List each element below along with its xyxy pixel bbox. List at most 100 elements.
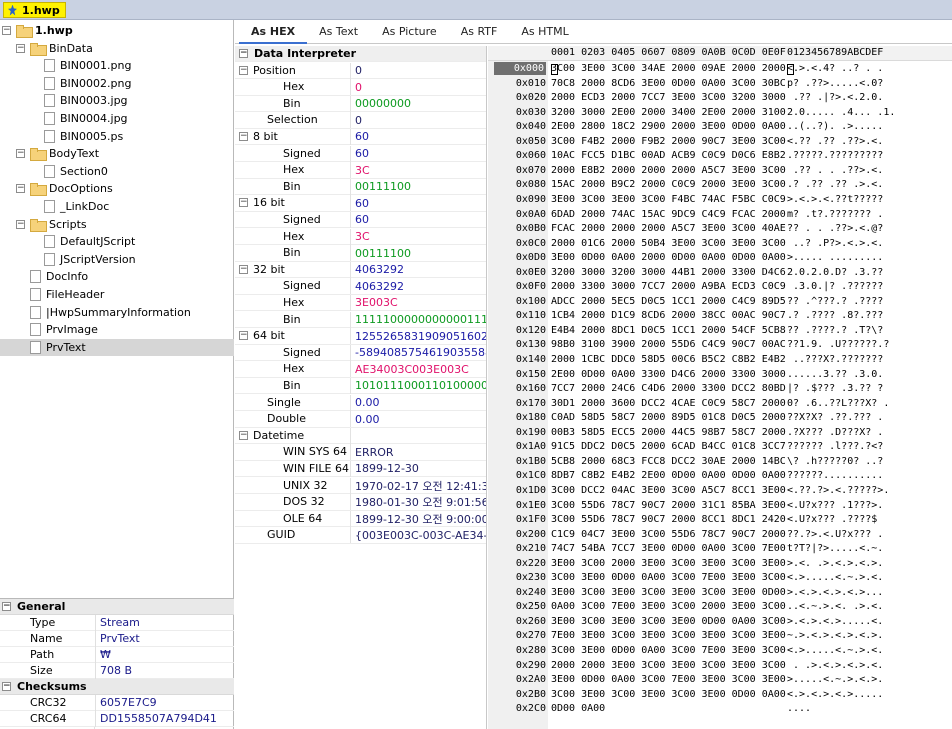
ascii-text[interactable]: .?X??? .D???X? .: [787, 426, 883, 439]
tree-node[interactable]: DocInfo: [0, 268, 234, 285]
hex-row[interactable]: 0x010 70C8 2000 8CD6 3E00 0D00 0A00 3C00 …: [488, 77, 952, 90]
ascii-text[interactable]: ..<.~.>.<. .>.<.: [787, 600, 883, 613]
hex-bytes[interactable]: 3C00 F4B2 2000 F9B2 2000 90C7 3E00 3C00: [551, 135, 786, 148]
tree-node[interactable]: − 1.hwp: [0, 22, 234, 39]
ascii-text[interactable]: .? .???? .8?.???: [787, 309, 883, 322]
collapse-icon[interactable]: −: [239, 198, 248, 208]
hex-row[interactable]: 0x0F0 2000 3300 3000 7CC7 2000 A9BA ECD3 …: [488, 280, 952, 293]
hex-bytes[interactable]: 2000 3300 3000 7CC7 2000 A9BA ECD3 C0C9: [551, 280, 786, 293]
hex-bytes[interactable]: 2000 01C6 2000 50B4 3E00 3C00 3E00 3C00: [551, 237, 786, 250]
hex-row[interactable]: 0x110 1CB4 2000 D1C9 8CD6 2000 38CC 00AC …: [488, 309, 952, 322]
hex-bytes[interactable]: 5CB8 2000 68C3 FCC8 DCC2 30AE 2000 14BC: [551, 455, 786, 468]
interpreter-row[interactable]: Bin 00111100: [235, 178, 486, 196]
hex-row[interactable]: 0x0B0 FCAC 2000 2000 2000 A5C7 3E00 3C00 …: [488, 222, 952, 235]
hex-bytes[interactable]: 74C7 54BA 7CC7 3E00 0D00 0A00 3C00 7E00: [551, 542, 786, 555]
hex-row[interactable]: 0x190 00B3 58D5 ECC5 2000 44C5 98B7 58C7 …: [488, 426, 952, 439]
tree-node[interactable]: |HwpSummaryInformation: [0, 304, 234, 321]
hex-bytes[interactable]: 3200 3000 2E00 2000 3400 2E00 2000 3100: [551, 106, 786, 119]
hex-bytes[interactable]: 1CB4 2000 D1C9 8CD6 2000 38CC 00AC 90C7: [551, 309, 786, 322]
general-section-header[interactable]: − General: [0, 599, 234, 615]
hex-viewer[interactable]: 0001 0203 0405 0607 0809 0A0B 0C0D 0E0F …: [488, 46, 952, 729]
hex-bytes[interactable]: 10AC FCC5 D1BC 00AD ACB9 C0C9 D0C6 E8B2: [551, 149, 786, 162]
hex-bytes[interactable]: C0AD 58D5 58C7 2000 89D5 01C8 D0C5 2000: [551, 411, 786, 424]
ascii-text[interactable]: <.>.....<.~.>.<.: [787, 571, 883, 584]
expand-toggle-icon[interactable]: −: [2, 26, 11, 35]
collapse-icon[interactable]: −: [239, 131, 248, 141]
hex-row[interactable]: 0x270 7E00 3E00 3C00 3E00 3C00 3E00 3C00 …: [488, 629, 952, 642]
expand-toggle-icon[interactable]: −: [16, 184, 25, 194]
hex-row[interactable]: 0x120 E4B4 2000 8DC1 D0C5 1CC1 2000 54CF …: [488, 324, 952, 337]
ascii-text[interactable]: ~.>.<.>.<.>.<.>.: [787, 629, 883, 642]
ascii-text[interactable]: \? .h?????0? ..?: [787, 455, 883, 468]
hex-bytes[interactable]: 00B3 58D5 ECC5 2000 44C5 98B7 58C7 2000: [551, 426, 786, 439]
ascii-text[interactable]: .3.0.|? .??????: [787, 280, 883, 293]
ascii-text[interactable]: ??1.9. .U??????.?: [787, 338, 889, 351]
tree-node[interactable]: PrvImage: [0, 321, 234, 338]
hex-row[interactable]: 0x250 0A00 3C00 7E00 3E00 3C00 2000 3E00 …: [488, 600, 952, 613]
view-tab[interactable]: As HEX: [239, 20, 308, 44]
hex-bytes[interactable]: 2000 2000 3E00 3C00 3E00 3C00 3E00 3C00: [551, 659, 786, 672]
ascii-text[interactable]: .?????.?????????: [787, 149, 883, 162]
hex-row[interactable]: 0x130 98B0 3100 3900 2000 55D6 C4C9 90C7 …: [488, 338, 952, 351]
ascii-text[interactable]: <.>.....<.~.>.<.: [787, 644, 883, 657]
hex-row[interactable]: 0x1F0 3C00 55D6 78C7 90C7 2000 8CC1 8DC1 …: [488, 513, 952, 526]
interpreter-row[interactable]: Hex 3C: [235, 162, 486, 179]
interpreter-row[interactable]: Hex 3C: [235, 228, 486, 245]
interpreter-row[interactable]: Bin 00000000: [235, 95, 486, 113]
hex-row[interactable]: 0x2A0 3E00 0D00 0A00 3C00 7E00 3E00 3C00 …: [488, 673, 952, 686]
ascii-text[interactable]: ..???X?.???????: [787, 353, 883, 366]
hex-bytes[interactable]: FCAC 2000 2000 2000 A5C7 3E00 3C00 40AE: [551, 222, 786, 235]
interpreter-row[interactable]: Hex 0: [235, 79, 486, 96]
tree-node[interactable]: BIN0003.jpg: [0, 92, 234, 109]
tree-node[interactable]: BIN0002.png: [0, 75, 234, 92]
tree-node[interactable]: BIN0005.ps: [0, 128, 234, 145]
hex-row[interactable]: 0x180 C0AD 58D5 58C7 2000 89D5 01C8 D0C5 …: [488, 411, 952, 424]
hex-row[interactable]: 0x0A0 6DAD 2000 74AC 15AC 9DC9 C4C9 FCAC …: [488, 208, 952, 221]
hex-row[interactable]: 0x1A0 91C5 DDC2 D0C5 2000 6CAD B4CC 01C8 …: [488, 440, 952, 453]
hex-bytes[interactable]: 2000 ECD3 2000 7CC7 3E00 3C00 3200 3000: [551, 91, 786, 104]
hex-bytes[interactable]: 3C00 DCC2 04AC 3E00 3C00 A5C7 8CC1 3E00: [551, 484, 786, 497]
hex-row[interactable]: 0x150 2E00 0D00 0A00 3300 D4C6 2000 3300 …: [488, 368, 952, 381]
ascii-text[interactable]: .? .?? .?? .>.<.: [787, 178, 883, 191]
interpreter-row[interactable]: GUID {003E003C-003C-AE34-...: [235, 527, 486, 544]
hex-row[interactable]: 0x140 2000 1CBC DDC0 58D5 00C6 B5C2 C8B2 …: [488, 353, 952, 366]
hex-row[interactable]: 0x2B0 3C00 3E00 3C00 3E00 3C00 3E00 0D00 …: [488, 688, 952, 701]
hex-bytes[interactable]: 3200 3000 3200 3000 44B1 2000 3300 D4C6: [551, 266, 786, 279]
ascii-text[interactable]: <.U?x??? .????$: [787, 513, 883, 526]
hex-row[interactable]: 0x2C0 0D00 0A00....: [488, 702, 952, 715]
collapse-icon[interactable]: −: [2, 682, 11, 691]
hex-row[interactable]: 0x040 2E00 2800 18C2 2900 2000 3E00 0D00 …: [488, 120, 952, 133]
hex-bytes[interactable]: 2E00 2800 18C2 2900 2000 3E00 0D00 0A00: [551, 120, 786, 133]
interpreter-row[interactable]: Bin 1010111000110100000...: [235, 377, 486, 395]
ascii-text[interactable]: m? .t?.??????? .: [787, 208, 883, 221]
ascii-text[interactable]: ?? .^???.? .????: [787, 295, 883, 308]
interpreter-row[interactable]: Signed 4063292: [235, 278, 486, 295]
hex-row[interactable]: 0x060 10AC FCC5 D1BC 00AD ACB9 C0C9 D0C6 …: [488, 149, 952, 162]
hex-row[interactable]: 0x090 3E00 3C00 3E00 3C00 F4BC 74AC F5BC …: [488, 193, 952, 206]
tree-node[interactable]: BIN0001.png: [0, 57, 234, 74]
ascii-text[interactable]: >.<.>.<.??t?????: [787, 193, 883, 206]
hex-row[interactable]: 0x020 2000 ECD3 2000 7CC7 3E00 3C00 3200 …: [488, 91, 952, 104]
hex-row[interactable]: 0x230 3C00 3E00 0D00 0A00 3C00 7E00 3E00 …: [488, 571, 952, 584]
expand-toggle-icon[interactable]: −: [16, 219, 25, 229]
tree-node[interactable]: FileHeader: [0, 286, 234, 303]
hex-row[interactable]: 0x0D0 3E00 0D00 0A00 2000 0D00 0A00 0D00 …: [488, 251, 952, 264]
ascii-text[interactable]: .?? .|?>.<.2.0.: [787, 91, 883, 104]
interpreter-row[interactable]: Single 0.00: [235, 394, 486, 411]
hex-row[interactable]: 0x290 2000 2000 3E00 3C00 3E00 3C00 3E00 …: [488, 659, 952, 672]
hex-bytes[interactable]: 3E00 3C00 3E00 3C00 F4BC 74AC F5BC C0C9: [551, 193, 786, 206]
collapse-icon[interactable]: −: [239, 49, 248, 58]
hex-row[interactable]: 0x070 2000 E8B2 2000 2000 2000 A5C7 3E00 …: [488, 164, 952, 177]
hex-bytes[interactable]: 91C5 DDC2 D0C5 2000 6CAD B4CC 01C8 3CC7: [551, 440, 786, 453]
interpreter-row[interactable]: Selection 0: [235, 112, 486, 129]
view-tab[interactable]: As Text: [307, 20, 370, 44]
hex-bytes[interactable]: 0D00 0A00: [551, 702, 605, 715]
interpreter-row[interactable]: Signed 60: [235, 211, 486, 229]
hex-row[interactable]: 0x030 3200 3000 2E00 2000 3400 2E00 2000 …: [488, 106, 952, 119]
hex-bytes[interactable]: 3E00 3C00 3E00 3C00 3E00 3C00 3E00 0D00: [551, 586, 786, 599]
hex-row[interactable]: 0x050 3C00 F4B2 2000 F9B2 2000 90C7 3E00 …: [488, 135, 952, 148]
hex-row[interactable]: 0x160 7CC7 2000 24C6 C4D6 2000 3300 DCC2 …: [488, 382, 952, 395]
hex-bytes[interactable]: 98B0 3100 3900 2000 55D6 C4C9 90C7 00AC: [551, 338, 786, 351]
ascii-text[interactable]: <.?? .?? .??>.<.: [787, 135, 883, 148]
ascii-text[interactable]: ??????..........: [787, 469, 883, 482]
